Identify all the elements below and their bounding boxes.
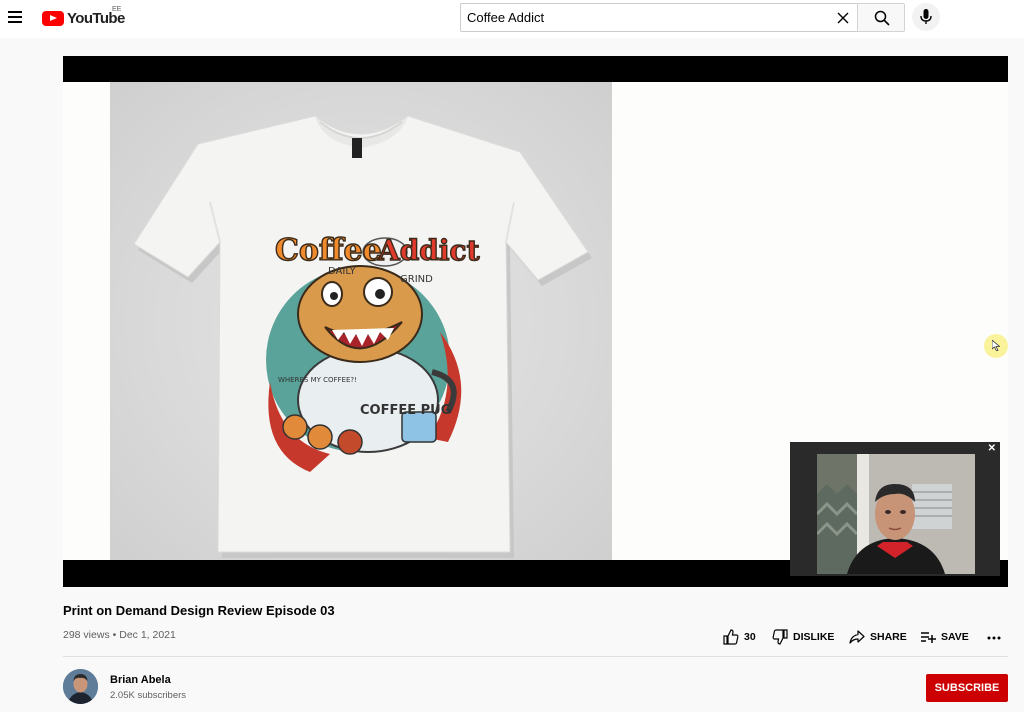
share-icon: [849, 630, 865, 644]
search-icon: [874, 10, 890, 26]
design-text-grind: GRIND: [400, 274, 433, 285]
video-player[interactable]: Coffee Addict DAILY GRIND COFFEE PUG WHE…: [63, 56, 1008, 587]
close-icon[interactable]: ✕: [988, 443, 996, 454]
country-code: EE: [112, 6, 122, 13]
webcam-video: [817, 454, 975, 574]
thumbs-down-icon: [772, 629, 788, 645]
video-meta: 298 views • Dec 1, 2021: [63, 629, 176, 641]
design-text-coffee-pug: COFFEE PUG: [360, 403, 451, 418]
meta-separator: •: [112, 629, 117, 641]
thumbs-up-icon: [723, 629, 739, 645]
subscribe-button[interactable]: SUBSCRIBE: [926, 674, 1008, 702]
design-text-wheres: WHERES MY COFFEE?!: [278, 376, 357, 384]
search-input[interactable]: [467, 4, 827, 31]
voice-search-button[interactable]: [912, 3, 940, 31]
design-text-coffee: Coffee: [275, 233, 382, 268]
save-label: SAVE: [941, 631, 969, 643]
clear-icon[interactable]: [835, 10, 851, 26]
cursor-highlight: [984, 334, 1008, 358]
avatar[interactable]: [63, 669, 98, 704]
dislike-button[interactable]: DISLIKE: [772, 626, 834, 648]
save-button[interactable]: SAVE: [920, 626, 969, 648]
channel-name[interactable]: Brian Abela: [110, 674, 171, 686]
mic-icon: [920, 9, 932, 24]
youtube-logo-icon: [42, 10, 64, 26]
subscriber-count: 2.05K subscribers: [110, 690, 187, 701]
webcam-overlay: ✕: [790, 442, 1000, 576]
cursor-icon: [992, 340, 1000, 351]
playlist-add-icon: [921, 632, 936, 643]
design-text-addict: Addict: [377, 234, 480, 267]
share-button[interactable]: SHARE: [849, 626, 907, 648]
view-count: 298 views: [63, 629, 110, 641]
tshirt-mockup-image: Coffee Addict DAILY GRIND COFFEE PUG WHE…: [110, 82, 612, 560]
search-box: [460, 3, 858, 32]
share-label: SHARE: [870, 631, 907, 643]
menu-icon[interactable]: [6, 6, 26, 28]
video-frame: Coffee Addict DAILY GRIND COFFEE PUG WHE…: [63, 82, 1008, 576]
like-count: 30: [744, 631, 756, 643]
dislike-label: DISLIKE: [793, 631, 835, 643]
more-icon: [987, 636, 1001, 640]
like-button[interactable]: 30: [723, 626, 756, 648]
top-bar: YouTube EE: [0, 0, 1024, 38]
upload-date: Dec 1, 2021: [119, 629, 176, 641]
search-button[interactable]: [857, 3, 905, 32]
design-text-daily: DAILY: [328, 266, 357, 277]
video-title: Print on Demand Design Review Episode 03: [63, 603, 335, 618]
more-actions-button[interactable]: [986, 626, 1007, 648]
divider: [63, 656, 1008, 657]
